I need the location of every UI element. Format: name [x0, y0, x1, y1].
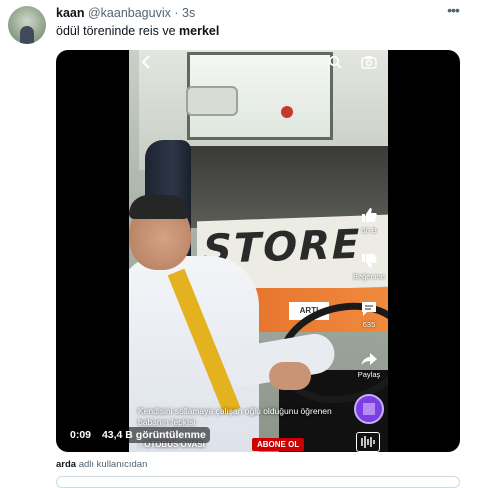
display-name[interactable]: kaan	[56, 6, 85, 20]
view-count: 43,4 B görüntülenme	[101, 429, 206, 441]
share-label: Paylaş	[357, 370, 381, 379]
tweet-text-bold: merkel	[179, 24, 220, 38]
video-caption: Kendisini sollamaya çalışan oğlu olduğun…	[138, 406, 332, 427]
video-frame[interactable]: STORE ARTI	[129, 50, 388, 452]
comments-button[interactable]: 635	[352, 300, 386, 329]
camera-icon[interactable]	[361, 55, 377, 69]
tweet-header: kaan @kaanbaguvix · 3s	[56, 6, 437, 21]
comment-icon	[362, 302, 376, 316]
tweet-text-plain: ödül töreninde reis ve	[56, 24, 176, 38]
handle[interactable]: @kaanbaguvix	[88, 6, 171, 20]
next-card	[56, 476, 460, 488]
dislike-button[interactable]: Beğenme	[352, 252, 386, 281]
attribution-suffix: adlı kullanıcıdan	[78, 459, 148, 470]
like-button[interactable]: 66 B	[352, 206, 386, 235]
driver-hair	[129, 195, 189, 219]
tweet-text: ödül töreninde reis ve merkel	[56, 24, 219, 39]
timestamp[interactable]: 3s	[182, 6, 195, 20]
separator: ·	[174, 6, 179, 20]
thumbs-down-icon	[362, 254, 377, 268]
comment-count: 635	[362, 320, 376, 329]
video-top-bar	[129, 50, 388, 74]
more-icon[interactable]: •••	[443, 3, 463, 20]
search-icon[interactable]	[328, 55, 342, 69]
mirror	[186, 86, 238, 116]
back-icon[interactable]	[139, 54, 155, 70]
thumbs-up-icon	[362, 208, 377, 222]
elapsed-time: 0:09	[70, 429, 92, 441]
subscribe-button[interactable]: ABONE OL	[252, 438, 305, 451]
driver-hand	[269, 362, 311, 390]
share-icon	[361, 353, 377, 365]
attribution: arda adlı kullanıcıdan	[56, 459, 147, 470]
like-count: 66 B	[361, 226, 377, 235]
warning-light	[281, 106, 293, 118]
video-player[interactable]: STORE ARTI 66 B Beğenme 635 Paylaş Kendi…	[56, 50, 460, 452]
attribution-user[interactable]: arda	[56, 459, 76, 470]
music-disc-icon[interactable]	[354, 394, 384, 424]
video-stats: 0:09 43,4 B görüntülenme	[66, 427, 210, 443]
avatar[interactable]	[8, 6, 46, 44]
share-button[interactable]: Paylaş	[352, 350, 386, 379]
dislike-label: Beğenme	[352, 272, 386, 281]
audio-wave-icon[interactable]	[356, 432, 380, 452]
